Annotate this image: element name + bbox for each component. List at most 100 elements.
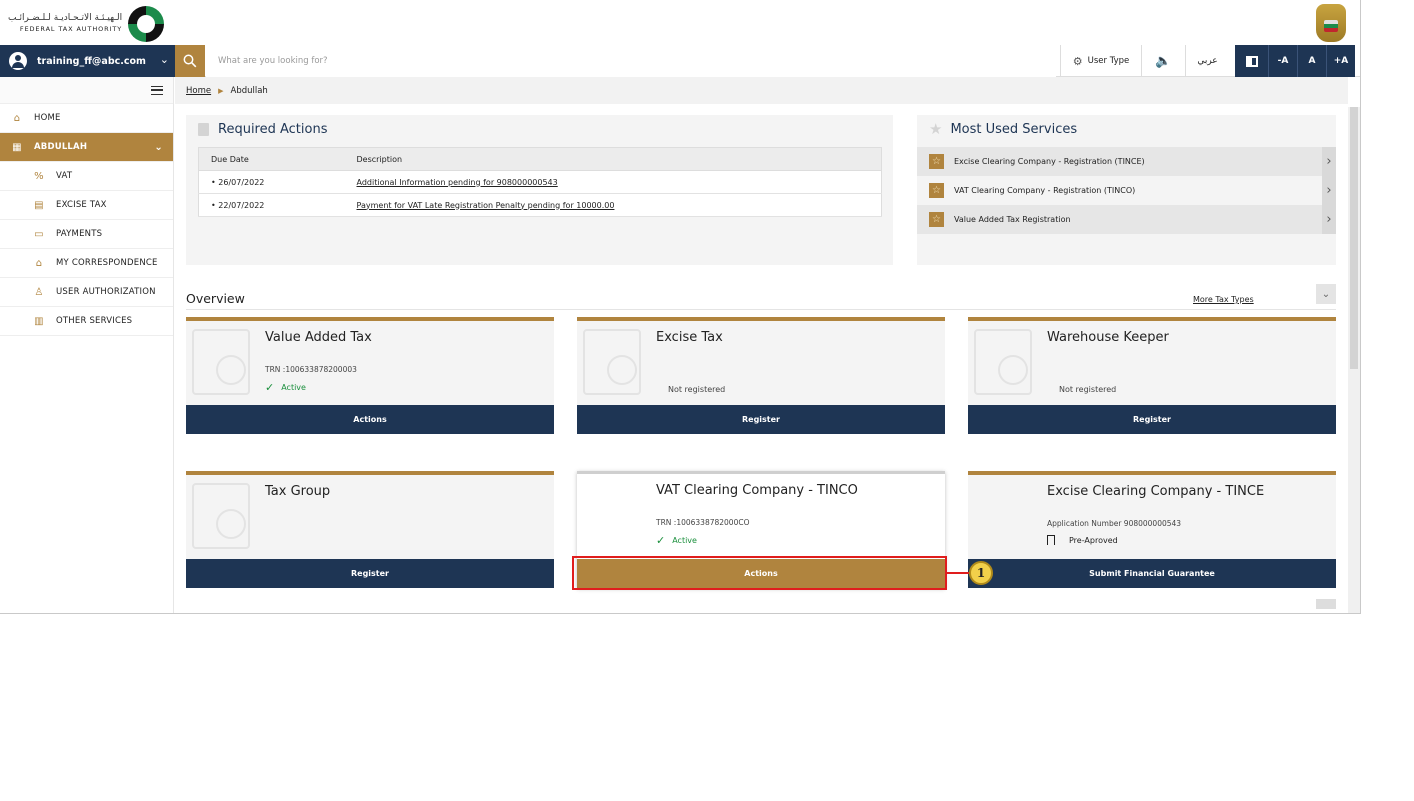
excise-icon: ▤ — [34, 199, 44, 211]
scroll-down-handle[interactable] — [1316, 599, 1336, 609]
required-actions-table: Due Date Description • 26/07/2022 Additi… — [198, 147, 882, 217]
star-icon: ☆ — [929, 212, 944, 227]
overview-collapse-button[interactable]: ⌄ — [1316, 284, 1336, 304]
sidebar-item-label: HOME — [34, 113, 61, 123]
service-item-vat-registration[interactable]: ☆ Value Added Tax Registration › — [917, 205, 1336, 234]
main-content: Home ▶ Abdullah Required Actions Due Dat… — [175, 77, 1348, 613]
arabic-label: عربي — [1197, 56, 1218, 66]
status-label: Pre-Aproved — [1069, 535, 1118, 545]
contrast-toggle-button[interactable] — [1235, 45, 1268, 77]
sidebar-item-other-services[interactable]: ▥ OTHER SERVICES — [0, 307, 173, 336]
user-type-label: User Type — [1087, 56, 1130, 66]
action-description-link[interactable]: Payment for VAT Late Registration Penalt… — [344, 193, 882, 217]
breadcrumb-current: Abdullah — [230, 85, 268, 96]
status-label: Not registered — [668, 385, 726, 394]
service-item-label: VAT Clearing Company - Registration (TIN… — [954, 186, 1136, 195]
user-menu[interactable]: training_ff@abc.com ⌄ — [0, 45, 175, 77]
document-icon: ▥ — [34, 315, 44, 327]
callout-marker: 1 — [969, 561, 993, 585]
contrast-icon — [1245, 55, 1258, 67]
vat-actions-button[interactable]: Actions — [186, 405, 554, 434]
user-email: training_ff@abc.com — [37, 55, 146, 67]
card-tax-group: Tax Group Register — [186, 471, 554, 588]
table-row: • 26/07/2022 Additional Information pend… — [198, 170, 882, 194]
check-circle-icon: ✓ — [265, 381, 275, 394]
sidebar-item-vat[interactable]: % VAT — [0, 162, 173, 191]
card-application-number: Application Number 908000000543 — [1047, 519, 1182, 528]
speaker-button[interactable]: 🔈 — [1141, 45, 1185, 77]
hamburger-icon — [151, 85, 163, 95]
top-navbar: training_ff@abc.com ⌄ ⚙ User Type 🔈 عربي… — [0, 45, 1360, 77]
font-decrease-button[interactable]: -A — [1268, 45, 1297, 77]
grid-icon: ▦ — [12, 141, 22, 153]
card-title: Value Added Tax — [265, 330, 372, 345]
sidebar-item-label: PAYMENTS — [56, 229, 103, 239]
card-title: Warehouse Keeper — [1047, 330, 1169, 345]
action-description-link[interactable]: Additional Information pending for 90800… — [344, 170, 882, 194]
due-date-cell: • 26/07/2022 — [198, 170, 345, 194]
card-warehouse-keeper: Warehouse Keeper Not registered Register — [968, 317, 1336, 434]
brand-bar: الـهيـئـة الاتـحـاديـة لـلـضـرائـب FEDER… — [0, 0, 1360, 45]
service-item-tince[interactable]: ☆ Excise Clearing Company - Registration… — [917, 147, 1336, 176]
submit-financial-guarantee-button[interactable]: Submit Financial Guarantee — [968, 559, 1336, 588]
logo-arabic-text: الـهيـئـة الاتـحـاديـة لـلـضـرائـب — [8, 13, 123, 23]
column-header-due-date: Due Date — [198, 147, 345, 171]
sidebar: ⌂ HOME ▦ ABDULLAH ⌄ % VAT ▤ EXCISE TAX ▭… — [0, 77, 174, 613]
status-label: Active — [281, 383, 306, 392]
table-row: • 22/07/2022 Payment for VAT Late Regist… — [198, 193, 882, 217]
sidebar-item-excise-tax[interactable]: ▤ EXCISE TAX — [0, 191, 173, 220]
user-auth-icon: ♙ — [34, 286, 44, 298]
service-item-tinco[interactable]: ☆ VAT Clearing Company - Registration (T… — [917, 176, 1336, 205]
nav-actions: ⚙ User Type 🔈 عربي -A A +A — [1060, 45, 1355, 77]
mailbox-icon: ⌂ — [35, 257, 43, 269]
home-icon: ⌂ — [13, 112, 21, 124]
user-type-button[interactable]: ⚙ User Type — [1060, 45, 1141, 77]
sidebar-item-user-authorization[interactable]: ♙ USER AUTHORIZATION — [0, 278, 173, 307]
due-date-cell: • 22/07/2022 — [198, 193, 345, 217]
overview-title: Overview — [186, 291, 245, 306]
tax-group-register-button[interactable]: Register — [186, 559, 554, 588]
star-icon: ☆ — [929, 183, 944, 198]
warehouse-register-button[interactable]: Register — [968, 405, 1336, 434]
menu-toggle-button[interactable] — [0, 77, 173, 104]
chevron-down-icon: ⌄ — [154, 141, 163, 153]
sidebar-item-payments[interactable]: ▭ PAYMENTS — [0, 220, 173, 249]
star-icon: ☆ — [929, 154, 944, 169]
sidebar-item-abdullah[interactable]: ▦ ABDULLAH ⌄ — [0, 133, 173, 162]
page-scrollbar[interactable] — [1348, 107, 1360, 613]
arabic-language-button[interactable]: عربي — [1185, 45, 1229, 77]
chevron-right-icon: › — [1322, 176, 1336, 205]
vat-watermark-icon — [192, 329, 250, 395]
chevron-down-icon: ⌄ — [159, 53, 169, 66]
excise-register-button[interactable]: Register — [577, 405, 945, 434]
search-input[interactable] — [206, 45, 1056, 77]
status-label: Active — [672, 536, 697, 545]
status-badge: ✓ Active — [265, 381, 306, 394]
clipboard-icon — [198, 123, 209, 136]
chevron-right-icon: › — [1322, 205, 1336, 234]
fta-logo-icon — [128, 6, 165, 42]
card-excise-tax: Excise Tax Not registered Register — [577, 317, 945, 434]
excise-watermark-icon — [583, 329, 641, 395]
font-increase-button[interactable]: +A — [1326, 45, 1355, 77]
breadcrumb-home-link[interactable]: Home — [186, 86, 211, 96]
sidebar-item-label: EXCISE TAX — [56, 200, 107, 210]
search-icon — [183, 54, 197, 68]
most-used-services-list: ☆ Excise Clearing Company - Registration… — [917, 147, 1336, 234]
card-title: Tax Group — [265, 484, 331, 499]
breadcrumb: Home ▶ Abdullah — [175, 77, 1348, 104]
callout-connector — [947, 572, 969, 574]
scrollbar-thumb[interactable] — [1350, 107, 1358, 369]
sidebar-item-label: OTHER SERVICES — [56, 316, 133, 326]
fta-logo[interactable]: الـهيـئـة الاتـحـاديـة لـلـضـرائـب FEDER… — [8, 6, 165, 42]
font-reset-button[interactable]: A — [1297, 45, 1326, 77]
sidebar-item-my-correspondence[interactable]: ⌂ MY CORRESPONDENCE — [0, 249, 173, 278]
search-button[interactable] — [175, 45, 205, 77]
most-used-services-title: Most Used Services — [950, 122, 1078, 137]
sidebar-item-label: VAT — [56, 171, 73, 181]
uae-emblem-icon — [1316, 4, 1346, 42]
card-trn: TRN :100633878200003 — [265, 365, 357, 374]
sidebar-item-home[interactable]: ⌂ HOME — [0, 104, 173, 133]
card-title: VAT Clearing Company - TINCO — [656, 483, 858, 498]
more-tax-types-link[interactable]: More Tax Types — [1193, 295, 1254, 304]
